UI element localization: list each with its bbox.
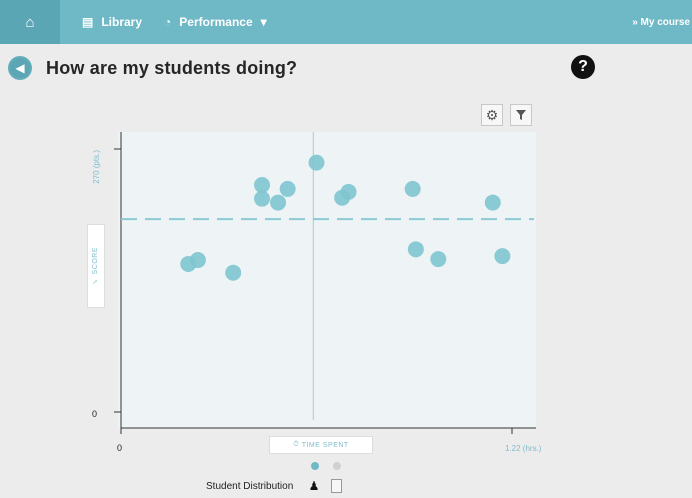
student-point[interactable]: [254, 177, 271, 194]
student-point[interactable]: [484, 194, 501, 211]
x-axis-label: TIME SPENT: [301, 441, 349, 449]
student-distribution-label: Student Distribution: [206, 481, 294, 492]
pager-dot-active[interactable]: [311, 462, 319, 470]
student-point[interactable]: [189, 252, 206, 269]
document-icon[interactable]: [331, 479, 342, 493]
student-point[interactable]: [270, 194, 287, 211]
y-axis-label: ✓ SCORE: [92, 246, 99, 286]
student-point[interactable]: [430, 251, 447, 268]
clock-icon: ⏱: [293, 441, 302, 448]
y-axis-label-box[interactable]: ✓ SCORE: [87, 224, 105, 308]
x-axis-label-box[interactable]: ⏱ TIME SPENT: [269, 436, 373, 454]
student-point[interactable]: [225, 264, 242, 281]
student-point[interactable]: [279, 180, 296, 197]
student-point[interactable]: [254, 190, 271, 207]
x-tick-label-zero: 0: [117, 443, 122, 453]
x-tick-label-max: 1.22 (hrs.): [505, 444, 542, 453]
chart-background: [118, 132, 536, 428]
y-tick-label-zero: 0: [92, 409, 97, 419]
pager-dot-inactive[interactable]: [333, 462, 341, 470]
person-icon[interactable]: ♟: [307, 479, 321, 493]
y-tick-label-max: 270 (pts.): [92, 150, 101, 184]
student-point[interactable]: [404, 180, 421, 197]
y-axis-label-text: SCORE: [92, 246, 99, 275]
student-point[interactable]: [494, 248, 511, 265]
pagination-dots: [309, 462, 349, 472]
student-point[interactable]: [407, 241, 424, 258]
student-point[interactable]: [340, 183, 357, 200]
student-point[interactable]: [308, 154, 325, 171]
